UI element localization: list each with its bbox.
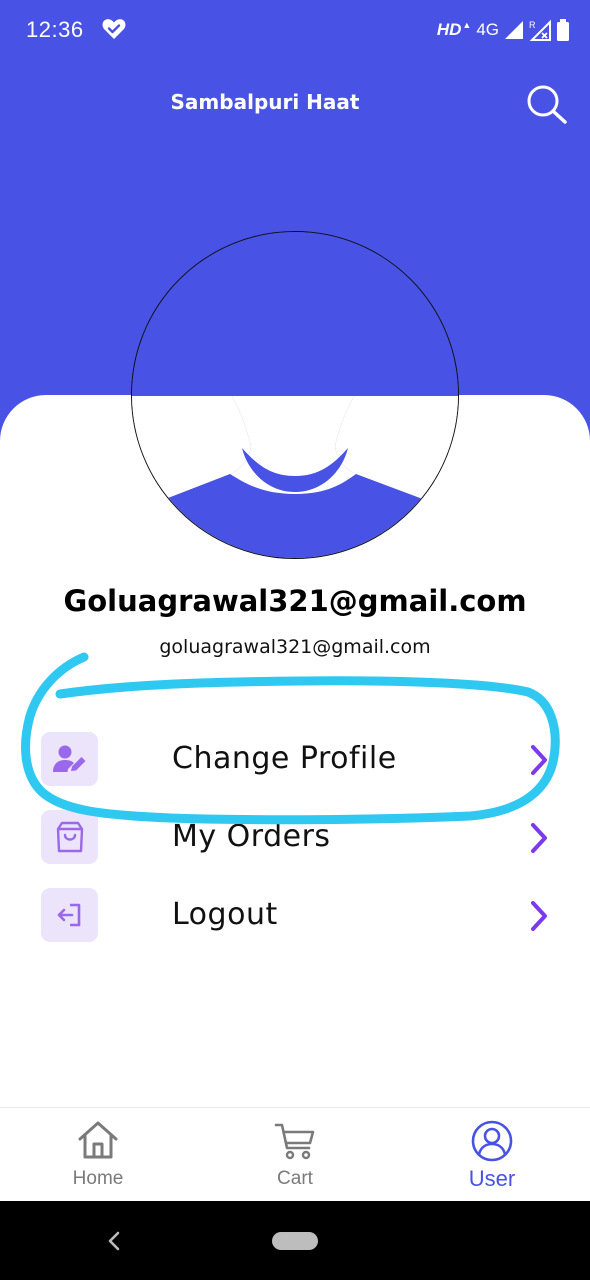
data-activity-icon: ▲ <box>462 20 472 30</box>
search-button[interactable] <box>522 82 570 126</box>
home-pill-icon[interactable] <box>272 1232 318 1250</box>
signal-icon <box>505 21 523 39</box>
status-bar: 12:36 HD ▲ 4G R <box>0 0 590 60</box>
menu-label-logout: Logout <box>172 897 278 932</box>
search-icon <box>527 85 567 124</box>
chevron-right-icon <box>531 901 547 931</box>
chevron-right-icon <box>531 745 547 775</box>
user-avatar-icon <box>132 232 458 558</box>
my-orders-icon-box <box>41 810 98 864</box>
nav-label-cart: Cart <box>277 1168 313 1189</box>
nav-item-home[interactable]: Home <box>0 1108 196 1202</box>
edit-user-icon <box>52 745 85 772</box>
logout-icon <box>57 903 80 927</box>
nav-label-user: User <box>468 1166 516 1191</box>
menu-item-change-profile[interactable]: Change Profile <box>0 730 590 792</box>
heart-check-icon <box>102 19 126 39</box>
back-icon[interactable] <box>104 1229 124 1253</box>
nav-item-user[interactable]: User <box>394 1108 590 1202</box>
menu-label-my-orders: My Orders <box>172 819 331 854</box>
hd-label: HD <box>436 20 462 39</box>
nav-item-cart[interactable]: Cart <box>197 1108 393 1202</box>
profile-email: goluagrawal321@gmail.com <box>159 636 431 658</box>
network-type-label: 4G <box>476 20 499 39</box>
battery-icon <box>557 19 569 41</box>
status-indicators: HD ▲ 4G R <box>437 17 570 43</box>
nav-label-home: Home <box>72 1168 124 1189</box>
logout-icon-box <box>41 888 98 942</box>
profile-avatar[interactable] <box>131 231 459 559</box>
status-time: 12:36 <box>26 17 84 42</box>
change-profile-icon-box <box>41 732 98 786</box>
home-icon <box>78 1121 118 1159</box>
roaming-signal-icon: R <box>529 19 551 41</box>
shopping-bag-icon <box>56 821 83 853</box>
menu-item-logout[interactable]: Logout <box>0 886 590 948</box>
chevron-right-icon <box>531 823 547 853</box>
roaming-label: R <box>529 20 536 30</box>
profile-name: Goluagrawal321@gmail.com <box>63 584 527 618</box>
bottom-navigation: Home Cart User <box>0 1107 590 1202</box>
user-icon <box>471 1120 513 1162</box>
app-title: Sambalpuri Haat <box>170 90 360 114</box>
cart-icon <box>274 1123 315 1160</box>
menu-label-change-profile: Change Profile <box>172 741 397 776</box>
menu-item-my-orders[interactable]: My Orders <box>0 808 590 870</box>
system-navigation-bar <box>0 1201 590 1280</box>
